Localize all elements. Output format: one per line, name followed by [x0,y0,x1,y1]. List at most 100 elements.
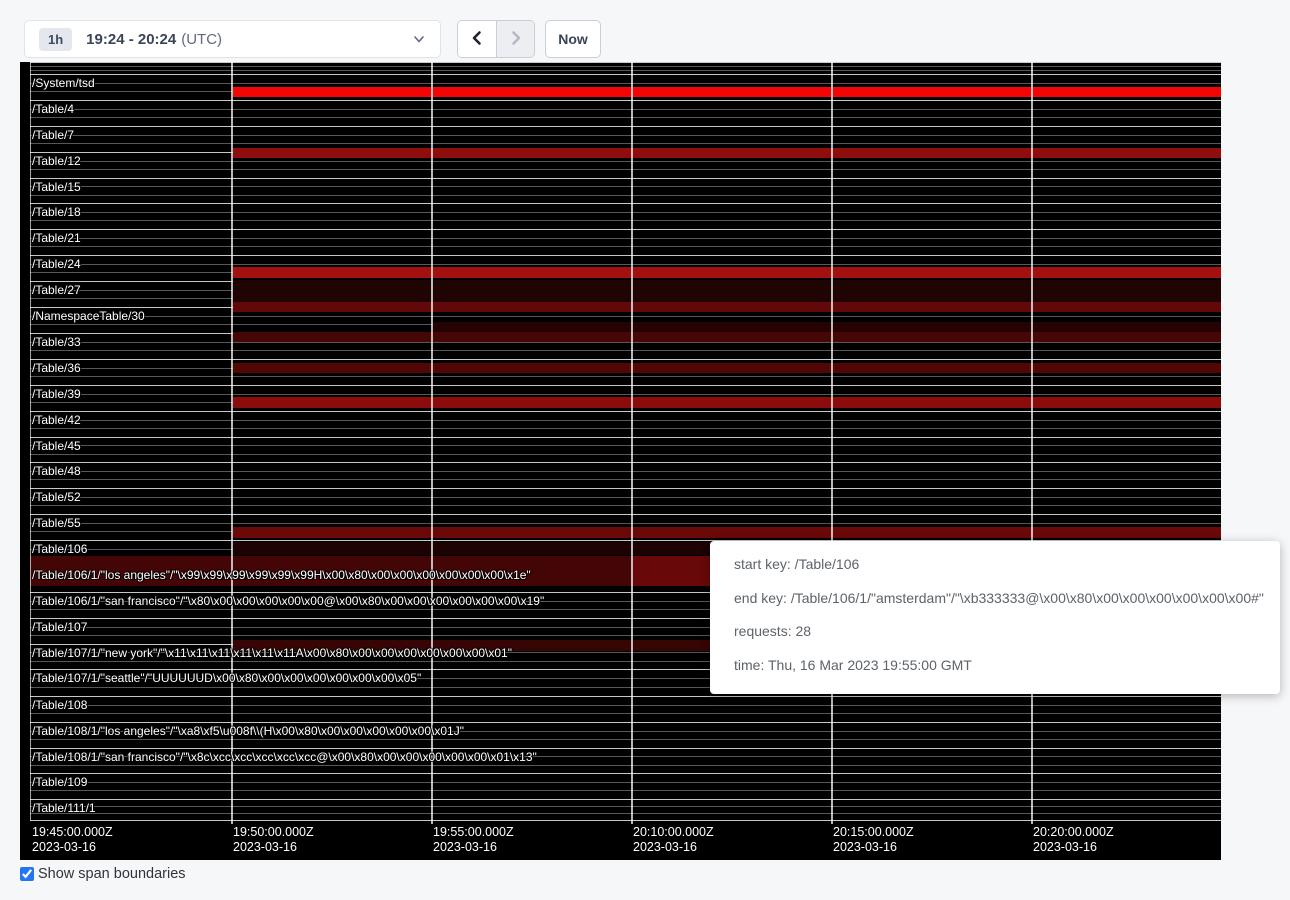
span-boundary-subline [30,135,1221,136]
row-label: /Table/39 [32,388,81,400]
x-axis-time-label: 20:10:00.000Z [633,825,714,840]
row-label: /Table/107/1/"seattle"/"UUUUUUD\x00\x80\… [32,672,421,684]
span-boundary-subline [30,471,1221,472]
time-range-label: 19:24 - 20:24 [86,31,176,48]
span-boundary-subline [30,66,1221,67]
span-boundary-subline [30,109,1221,110]
heat-band[interactable] [233,280,1221,302]
span-boundary-subline [30,212,1221,213]
row-label: /Table/7 [32,129,74,141]
heat-band[interactable] [233,332,1221,342]
heat-band[interactable] [433,322,1221,332]
span-boundary-subline [30,713,1221,714]
row-label: /Table/52 [32,491,81,503]
span-boundary-line [30,178,1221,179]
span-boundary-line [30,229,1221,230]
span-boundary-subline [30,143,1221,144]
heat-band[interactable] [233,363,1221,373]
span-boundary-subline [30,454,1221,455]
span-boundary-line [30,74,1221,75]
chevron-left-icon [469,30,485,49]
heat-band[interactable] [233,527,1221,538]
x-axis-date-label: 2023-03-16 [233,840,297,855]
span-boundary-line [30,820,1221,821]
heat-band[interactable] [233,87,1221,97]
show-span-boundaries-row: Show span boundaries [20,866,186,882]
row-label: /Table/27 [32,284,81,296]
row-label: /Table/15 [32,181,81,193]
span-boundary-subline [30,238,1221,239]
row-label: /Table/36 [32,362,81,374]
row-label: /Table/107/1/"new york"/"\x11\x11\x11\x1… [32,647,512,659]
row-label: /Table/109 [32,776,87,788]
row-label: /Table/111/1 [32,802,96,814]
span-boundary-line [30,748,1221,749]
span-boundary-subline [30,70,1221,71]
span-boundary-subline [30,83,1221,84]
row-label: /Table/4 [32,103,74,115]
time-nav-group [457,20,535,58]
span-boundary-subline [30,186,1221,187]
span-boundary-line [30,462,1221,463]
key-visualizer-heatmap[interactable]: /System/tsd/Table/4/Table/7/Table/12/Tab… [20,62,1221,860]
span-boundary-line [30,799,1221,800]
span-boundary-subline [30,376,1221,377]
span-boundary-subline [30,445,1221,446]
span-boundary-subline [30,705,1221,706]
span-boundary-line [30,126,1221,127]
span-boundary-line [30,359,1221,360]
tooltip-time: time: Thu, 16 Mar 2023 19:55:00 GMT [734,649,1256,683]
span-boundary-subline [30,394,1221,395]
x-axis-date-label: 2023-03-16 [433,840,497,855]
span-boundary-subline [30,420,1221,421]
row-label: /Table/48 [32,465,81,477]
tooltip-end-key: end key: /Table/106/1/"amsterdam"/"\xb33… [734,582,1256,616]
span-boundary-line [30,100,1221,101]
span-boundary-line [30,411,1221,412]
span-boundary-line [30,514,1221,515]
row-label: /NamespaceTable/30 [32,310,145,322]
span-boundary-subline [30,428,1221,429]
tooltip-requests: requests: 28 [734,615,1256,649]
x-axis-time-label: 20:15:00.000Z [833,825,914,840]
now-button[interactable]: Now [545,20,601,58]
span-boundary-subline [30,161,1221,162]
next-range-button[interactable] [496,21,534,57]
span-boundary-subline [30,505,1221,506]
row-label: /Table/42 [32,414,81,426]
x-axis-date-label: 2023-03-16 [1033,840,1097,855]
show-span-boundaries-checkbox[interactable] [20,867,34,881]
chevron-down-icon [412,32,426,46]
prev-range-button[interactable] [458,21,496,57]
timezone-label: (UTC) [181,31,222,48]
row-label: /Table/55 [32,517,81,529]
span-boundary-subline [30,195,1221,196]
span-boundary-subline [30,246,1221,247]
x-axis-date-label: 2023-03-16 [833,840,897,855]
heat-band[interactable] [233,267,1221,278]
x-axis-time-label: 20:20:00.000Z [1033,825,1114,840]
heat-band[interactable] [233,148,1221,158]
time-gridline [431,62,433,824]
span-boundary-subline [30,790,1221,791]
row-label: /Table/12 [32,155,81,167]
time-gridline [231,62,233,824]
time-gridline [631,62,633,824]
row-label: /System/tsd [32,77,95,89]
span-tooltip: start key: /Table/106 end key: /Table/10… [710,541,1280,694]
span-boundary-subline [30,117,1221,118]
row-label: /Table/24 [32,258,81,270]
duration-badge: 1h [39,28,72,51]
heat-band[interactable] [233,397,1221,408]
span-boundary-subline [30,264,1221,265]
span-boundary-subline [30,479,1221,480]
heat-band[interactable] [233,302,1221,312]
time-range-select[interactable]: 1h 19:24 - 20:24 (UTC) [24,20,441,58]
x-axis-time-label: 19:45:00.000Z [32,825,113,840]
x-axis-date-label: 2023-03-16 [633,840,697,855]
chevron-right-icon [508,30,524,49]
row-label: /Table/106/1/"san francisco"/"\x80\x00\x… [32,595,544,607]
x-axis-time-label: 19:55:00.000Z [433,825,514,840]
span-boundary-subline [30,169,1221,170]
row-label: /Table/45 [32,440,81,452]
